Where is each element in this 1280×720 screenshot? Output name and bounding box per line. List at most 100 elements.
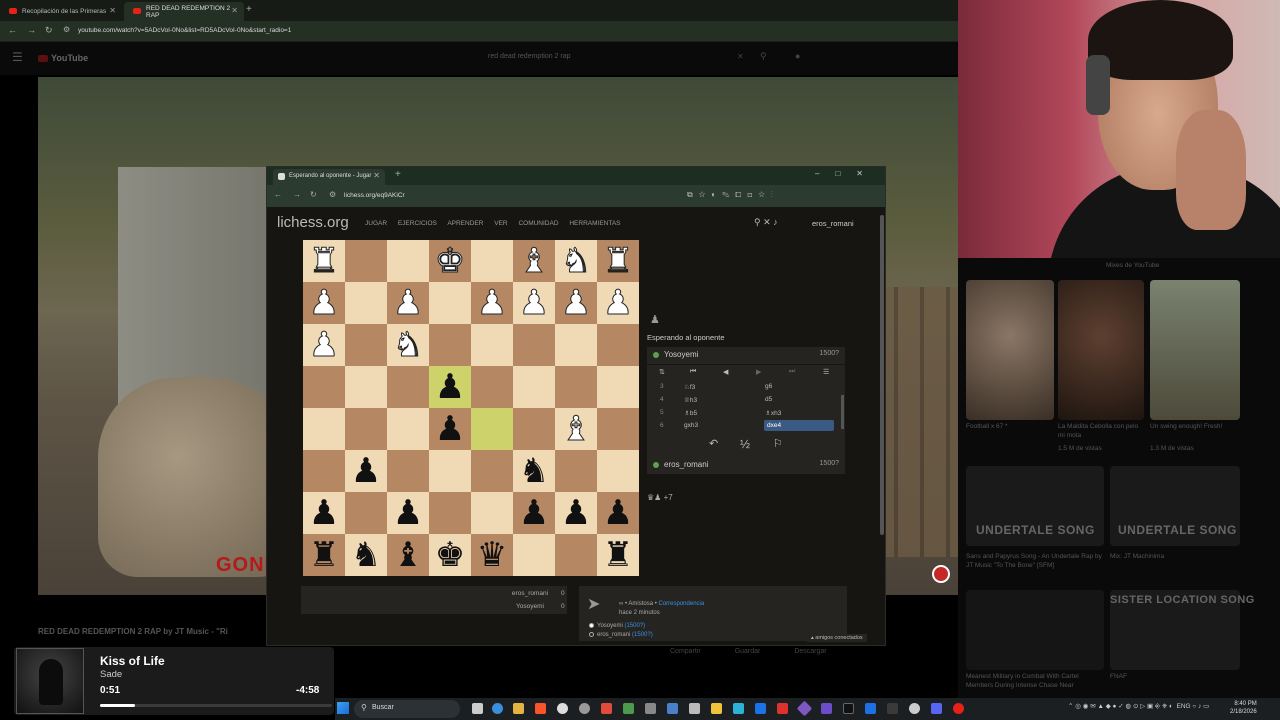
close-tab-icon[interactable]: ✕ <box>373 171 380 180</box>
black-king-icon[interactable]: ♚ <box>435 534 465 576</box>
flip-board-icon[interactable]: ⇅ <box>659 368 665 376</box>
white-move[interactable]: gxh3 <box>684 422 698 429</box>
board-square-h1[interactable]: ♜ <box>303 240 345 282</box>
sidebar-item-title[interactable]: Meanest Military in Combat With Cartel M… <box>966 672 1104 690</box>
page-scrollbar[interactable] <box>880 215 884 535</box>
board-square-e8[interactable]: ♚ <box>429 534 471 576</box>
app-icon[interactable] <box>821 703 832 714</box>
white-pawn-icon[interactable]: ♟ <box>392 282 424 324</box>
board-square-d8[interactable]: ♛ <box>471 534 513 576</box>
youtube-search-input[interactable]: red dead redemption 2 rap <box>460 50 750 67</box>
app-icon[interactable] <box>601 703 612 714</box>
board-square-c2[interactable]: ♟ <box>513 282 555 324</box>
back-icon[interactable]: ← <box>8 25 17 35</box>
app-icon[interactable] <box>887 703 898 714</box>
board-square-e6[interactable] <box>429 450 471 492</box>
back-icon[interactable]: ← <box>274 190 282 199</box>
prev-move-icon[interactable]: ◀ <box>723 368 728 376</box>
app-icon[interactable] <box>755 703 766 714</box>
video-thumbnail[interactable] <box>1150 280 1240 420</box>
board-square-c6[interactable]: ♞ <box>513 450 555 492</box>
white-pawn-icon[interactable]: ♟ <box>518 282 550 324</box>
board-square-d7[interactable] <box>471 492 513 534</box>
channel-watermark-icon[interactable] <box>932 565 950 583</box>
board-square-d5[interactable] <box>471 408 513 450</box>
player-name[interactable]: eros_romani <box>664 460 708 469</box>
board-square-c7[interactable]: ♟ <box>513 492 555 534</box>
black-knight-icon[interactable]: ♞ <box>351 534 381 576</box>
resign-flag-icon[interactable]: ⚐ <box>773 437 783 450</box>
search-icon[interactable]: ⚲ <box>760 51 767 62</box>
player-link[interactable]: eros_romani <box>597 632 630 638</box>
board-square-e2[interactable] <box>429 282 471 324</box>
black-move[interactable]: g6 <box>765 383 772 390</box>
app-icon[interactable] <box>623 703 634 714</box>
black-rook-icon[interactable]: ♜ <box>603 534 633 576</box>
black-pawn-icon[interactable]: ♟ <box>435 366 465 408</box>
menu-icon[interactable]: ☰ <box>823 368 829 376</box>
maximize-icon[interactable]: □ <box>835 169 856 178</box>
board-square-e3[interactable] <box>429 324 471 366</box>
sidebar-item-title[interactable]: Mix: JT Machinima <box>1110 552 1240 561</box>
board-square-b7[interactable]: ♟ <box>555 492 597 534</box>
app-icon[interactable] <box>777 703 788 714</box>
swords-icon[interactable]: ✕ <box>763 217 771 227</box>
black-pawn-icon[interactable]: ♟ <box>561 492 591 534</box>
nav-jugar[interactable]: JUGAR <box>365 220 387 227</box>
sidebar-item-title[interactable]: Un swing enough! Fresh! <box>1150 422 1240 431</box>
outer-tab-rdr2-rap[interactable]: RED DEAD REDEMPTION 2 RAP ✕ <box>124 2 244 21</box>
sidebar-item-title[interactable]: La Maldita Cebolla con pelo mi mota <box>1058 422 1144 440</box>
network-volume-icons[interactable]: ⌔ ♪ ▭ <box>1191 703 1209 710</box>
board-square-d6[interactable] <box>471 450 513 492</box>
board-square-e7[interactable] <box>429 492 471 534</box>
new-tab-icon[interactable]: + <box>246 4 252 15</box>
nav-aprender[interactable]: APRENDER <box>447 220 483 227</box>
app-icon[interactable] <box>733 703 744 714</box>
site-info-icon[interactable]: ⚙ <box>63 25 70 34</box>
edge-icon[interactable] <box>492 703 503 714</box>
windows-start-icon[interactable] <box>337 702 349 714</box>
app-icon[interactable] <box>953 703 964 714</box>
board-square-c4[interactable] <box>513 366 555 408</box>
black-pawn-icon[interactable]: ♟ <box>435 408 465 450</box>
reload-icon[interactable]: ↻ <box>45 25 53 36</box>
board-square-f6[interactable] <box>387 450 429 492</box>
board-square-g1[interactable] <box>345 240 387 282</box>
chess-board[interactable]: ♜ ♚ ♝ ♞ ♜ ♟ ♟ ♟ ♟ ♟ ♟ ♟ ♞ ♟ ♟ ♝ ♟ ♞ ♟ ♟ ♟ ♟ ♟ ♜ ♞ ♝ ♚ ♛ ♜ <box>303 240 639 576</box>
board-square-g4[interactable] <box>345 366 387 408</box>
board-square-f8[interactable]: ♝ <box>387 534 429 576</box>
app-icon[interactable] <box>796 700 813 717</box>
minimize-icon[interactable]: – <box>815 169 835 178</box>
board-square-b2[interactable]: ♟ <box>555 282 597 324</box>
black-pawn-icon[interactable]: ♟ <box>309 492 339 534</box>
last-move-icon[interactable]: ⏭ <box>789 368 795 376</box>
board-square-b8[interactable] <box>555 534 597 576</box>
chrome-icon[interactable] <box>557 703 568 714</box>
board-square-a2[interactable]: ♟ <box>597 282 639 324</box>
video-thumbnail[interactable] <box>1058 280 1144 420</box>
board-square-b1[interactable]: ♞ <box>555 240 597 282</box>
lichess-logo[interactable]: lichess.org <box>277 214 349 231</box>
crosstable-name[interactable]: eros_romani <box>512 590 548 597</box>
board-square-a7[interactable]: ♟ <box>597 492 639 534</box>
board-square-e4[interactable]: ♟ <box>429 366 471 408</box>
board-square-f7[interactable]: ♟ <box>387 492 429 534</box>
board-square-b6[interactable] <box>555 450 597 492</box>
board-square-f2[interactable]: ♟ <box>387 282 429 324</box>
new-tab-icon[interactable]: + <box>395 169 401 180</box>
app-icon[interactable] <box>667 703 678 714</box>
next-move-icon[interactable]: ▶ <box>756 368 761 376</box>
search-icon[interactable]: ⚲ <box>754 217 761 227</box>
taskbar-clock[interactable]: 8:40 PM 2/18/2026 <box>1230 700 1257 716</box>
white-pawn-icon[interactable]: ♟ <box>308 282 340 324</box>
black-bishop-icon[interactable]: ♝ <box>393 534 423 576</box>
board-square-a6[interactable] <box>597 450 639 492</box>
task-view-icon[interactable] <box>472 703 483 714</box>
video-thumbnail[interactable] <box>966 280 1054 420</box>
board-square-h7[interactable]: ♟ <box>303 492 345 534</box>
brave-icon[interactable] <box>535 703 546 714</box>
board-square-f3[interactable]: ♞ <box>387 324 429 366</box>
app-icon[interactable] <box>645 703 656 714</box>
sidebar-filter-label[interactable]: Mixes de YouTube <box>1106 261 1159 270</box>
black-pawn-icon[interactable]: ♟ <box>351 450 381 492</box>
